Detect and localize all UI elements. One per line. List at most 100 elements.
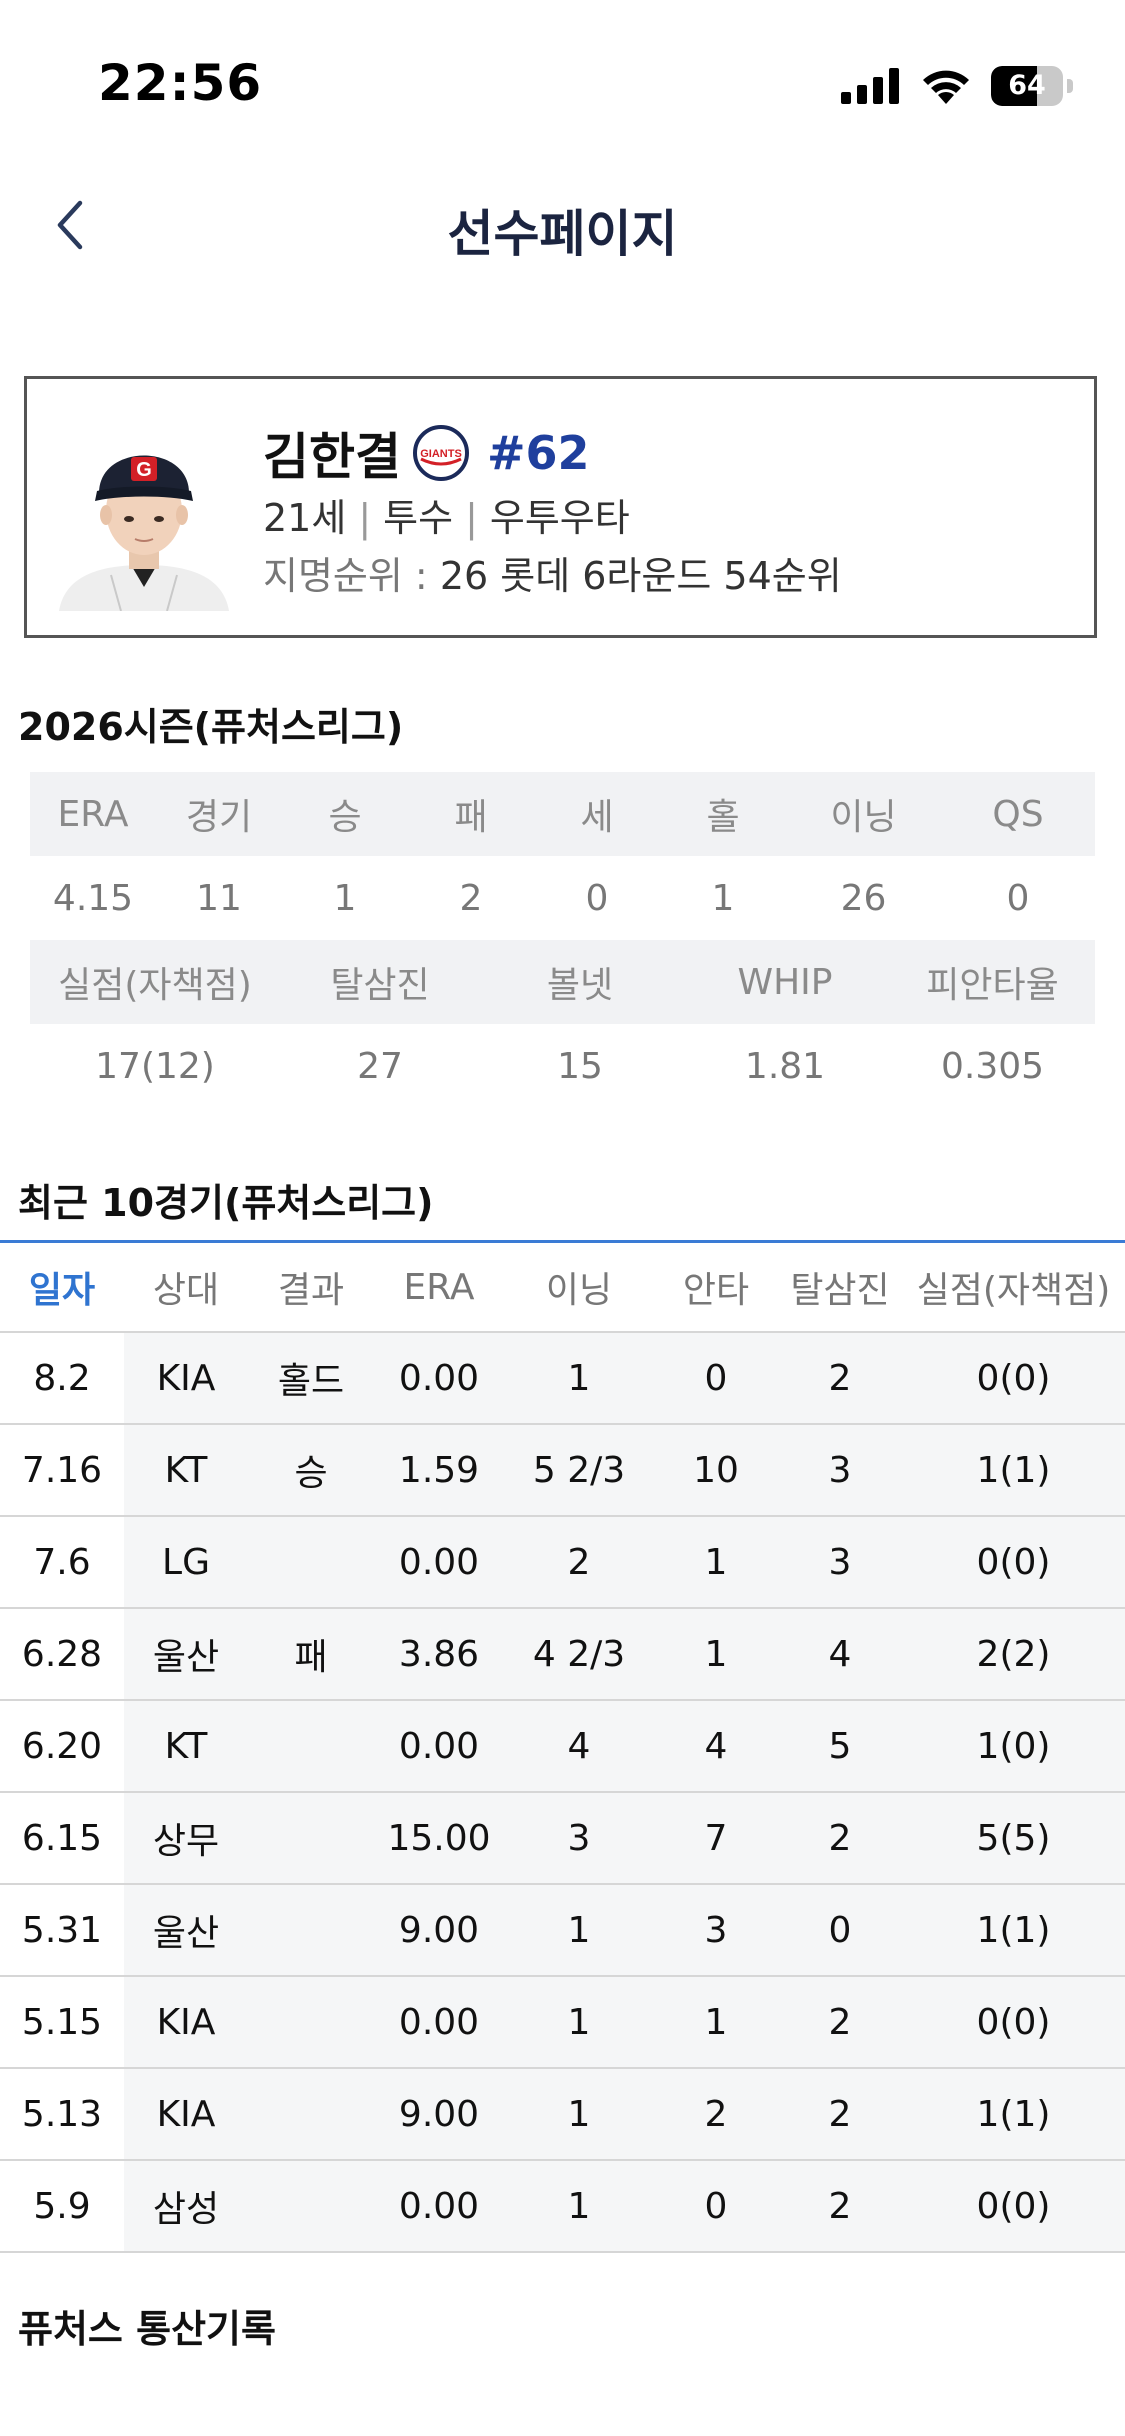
season-stat-value-cell: 27 bbox=[357, 1045, 403, 1087]
season-stat-header-cell: WHIP bbox=[737, 961, 833, 1003]
table-cell: 3 bbox=[778, 1425, 902, 1515]
table-cell: 5(5) bbox=[902, 1793, 1125, 1883]
season-stat-value-cell: 4.15 bbox=[52, 877, 134, 919]
season-stat-value-cell: 1 bbox=[333, 877, 357, 919]
season-stat-value-cell: 1.81 bbox=[744, 1045, 826, 1087]
status-time: 22:56 bbox=[98, 54, 263, 112]
table-cell: 1(1) bbox=[902, 1425, 1125, 1515]
table-cell: 0.00 bbox=[374, 1517, 504, 1607]
divider: | bbox=[465, 496, 478, 540]
column-header[interactable]: 안타 bbox=[654, 1243, 778, 1331]
season-stat-header-cell: ERA bbox=[57, 793, 129, 835]
table-row: 5.15 KIA 0.00 1 1 2 0(0) bbox=[0, 1977, 1125, 2069]
table-cell: 0.00 bbox=[374, 1333, 504, 1423]
table-cell: 3 bbox=[778, 1517, 902, 1607]
table-cell: KT bbox=[124, 1425, 248, 1515]
table-cell: 2(2) bbox=[902, 1609, 1125, 1699]
column-header[interactable]: 실점(자책점) bbox=[902, 1243, 1125, 1331]
season-stat-value-cell: 1 bbox=[711, 877, 735, 919]
recent-games-header-row: 일자 상대 결과 ERA 이닝 안타 탈삼진 실점(자책점) bbox=[0, 1243, 1125, 1333]
draft-value: 26 롯데 6라운드 54순위 bbox=[439, 554, 842, 598]
table-cell: 2 bbox=[778, 2161, 902, 2251]
table-cell: 1(1) bbox=[902, 1885, 1125, 1975]
season-stats-value-row-2: 17(12) 27 15 1.81 0.305 bbox=[30, 1024, 1095, 1108]
column-header[interactable]: 일자 bbox=[0, 1243, 124, 1331]
table-cell: 2 bbox=[778, 1793, 902, 1883]
table-cell: KIA bbox=[124, 1977, 248, 2067]
table-cell: 7 bbox=[654, 1793, 778, 1883]
player-name: 김한결 bbox=[263, 428, 401, 486]
player-bats-throws: 우투우타 bbox=[489, 496, 630, 540]
table-cell: 5 bbox=[778, 1701, 902, 1791]
table-cell: LG bbox=[124, 1517, 248, 1607]
table-row: 7.6 LG 0.00 2 1 3 0(0) bbox=[0, 1517, 1125, 1609]
table-row: 5.13 KIA 9.00 1 2 2 1(1) bbox=[0, 2069, 1125, 2161]
team-logo-icon: GIANTS bbox=[413, 425, 469, 481]
column-header[interactable]: 이닝 bbox=[504, 1243, 654, 1331]
player-card: G 김한결 GIANTS #62 21세 | 투수 | 우투우타 지명순위 : 26 롯… bbox=[24, 376, 1097, 638]
column-header[interactable]: 결과 bbox=[248, 1243, 374, 1331]
season-stat-value-cell: 0 bbox=[1006, 877, 1030, 919]
table-row: 6.20 KT 0.00 4 4 5 1(0) bbox=[0, 1701, 1125, 1793]
table-cell: 8.2 bbox=[0, 1333, 124, 1423]
table-cell: 승 bbox=[248, 1425, 374, 1515]
season-stat-header-cell: 승 bbox=[328, 797, 362, 838]
season-stat-value-cell: 15 bbox=[557, 1045, 603, 1087]
season-stat-header-cell: 세 bbox=[580, 797, 614, 838]
player-name-row: 김한결 GIANTS #62 bbox=[263, 417, 590, 489]
season-stats-header-row-2: 실점(자책점) 탈삼진 볼넷 WHIP 피안타율 bbox=[30, 940, 1095, 1024]
player-info: 21세 | 투수 | 우투우타 bbox=[263, 487, 630, 542]
table-cell: 5.13 bbox=[0, 2069, 124, 2159]
table-cell: 5.15 bbox=[0, 1977, 124, 2067]
table-cell: 3 bbox=[654, 1885, 778, 1975]
table-cell: 울산 bbox=[124, 1609, 248, 1699]
table-cell: 1(0) bbox=[902, 1701, 1125, 1791]
table-cell: 9.00 bbox=[374, 1885, 504, 1975]
table-cell: 0.00 bbox=[374, 2161, 504, 2251]
table-cell: 패 bbox=[248, 1609, 374, 1699]
table-cell: 2 bbox=[778, 2069, 902, 2159]
recent-section-title: 최근 10경기(퓨처스리그) bbox=[18, 1181, 434, 1225]
table-cell: 0(0) bbox=[902, 1517, 1125, 1607]
season-stat-header-cell: 실점(자책점) bbox=[58, 965, 252, 1006]
season-stat-header-cell: 홀 bbox=[706, 797, 740, 838]
table-row: 7.16 KT 승 1.59 5 2/3 10 3 1(1) bbox=[0, 1425, 1125, 1517]
draft-row: 지명순위 : 26 롯데 6라운드 54순위 bbox=[263, 545, 842, 600]
wifi-icon bbox=[923, 70, 969, 104]
table-cell bbox=[248, 1977, 374, 2067]
battery-percent: 64 bbox=[1008, 70, 1046, 101]
season-stat-value-cell: 0 bbox=[585, 877, 609, 919]
table-cell: 7.16 bbox=[0, 1425, 124, 1515]
battery-icon: 64 bbox=[991, 66, 1073, 106]
page-title: 선수페이지 bbox=[447, 205, 678, 263]
table-cell: 0 bbox=[654, 2161, 778, 2251]
table-cell: 6.20 bbox=[0, 1701, 124, 1791]
table-row: 6.15 상무 15.00 3 7 2 5(5) bbox=[0, 1793, 1125, 1885]
table-cell: 0(0) bbox=[902, 2161, 1125, 2251]
table-cell: 삼성 bbox=[124, 2161, 248, 2251]
table-cell bbox=[248, 2161, 374, 2251]
season-stat-value-cell: 17(12) bbox=[95, 1045, 215, 1087]
table-cell: 1.59 bbox=[374, 1425, 504, 1515]
table-cell bbox=[248, 2069, 374, 2159]
player-number: #62 bbox=[487, 426, 590, 480]
season-stat-value-cell: 26 bbox=[840, 877, 887, 919]
table-cell: KIA bbox=[124, 2069, 248, 2159]
table-cell: 0.00 bbox=[374, 1977, 504, 2067]
column-header[interactable]: ERA bbox=[374, 1243, 504, 1331]
season-stat-header-cell: 피안타율 bbox=[926, 965, 1059, 1006]
table-cell: 10 bbox=[654, 1425, 778, 1515]
season-stat-value-cell: 11 bbox=[196, 877, 242, 919]
column-header[interactable]: 탈삼진 bbox=[778, 1243, 902, 1331]
status-icons: 64 bbox=[841, 66, 1073, 106]
table-cell: 상무 bbox=[124, 1793, 248, 1883]
table-cell: 1 bbox=[504, 1977, 654, 2067]
table-row: 6.28 울산 패 3.86 4 2/3 1 4 2(2) bbox=[0, 1609, 1125, 1701]
table-cell: 1 bbox=[504, 1333, 654, 1423]
svg-text:GIANTS: GIANTS bbox=[420, 448, 462, 460]
column-header[interactable]: 상대 bbox=[124, 1243, 248, 1331]
table-cell: 4 bbox=[654, 1701, 778, 1791]
player-age: 21세 bbox=[263, 496, 347, 540]
season-stat-header-cell: 볼넷 bbox=[546, 965, 614, 1006]
table-cell: 2 bbox=[778, 1333, 902, 1423]
